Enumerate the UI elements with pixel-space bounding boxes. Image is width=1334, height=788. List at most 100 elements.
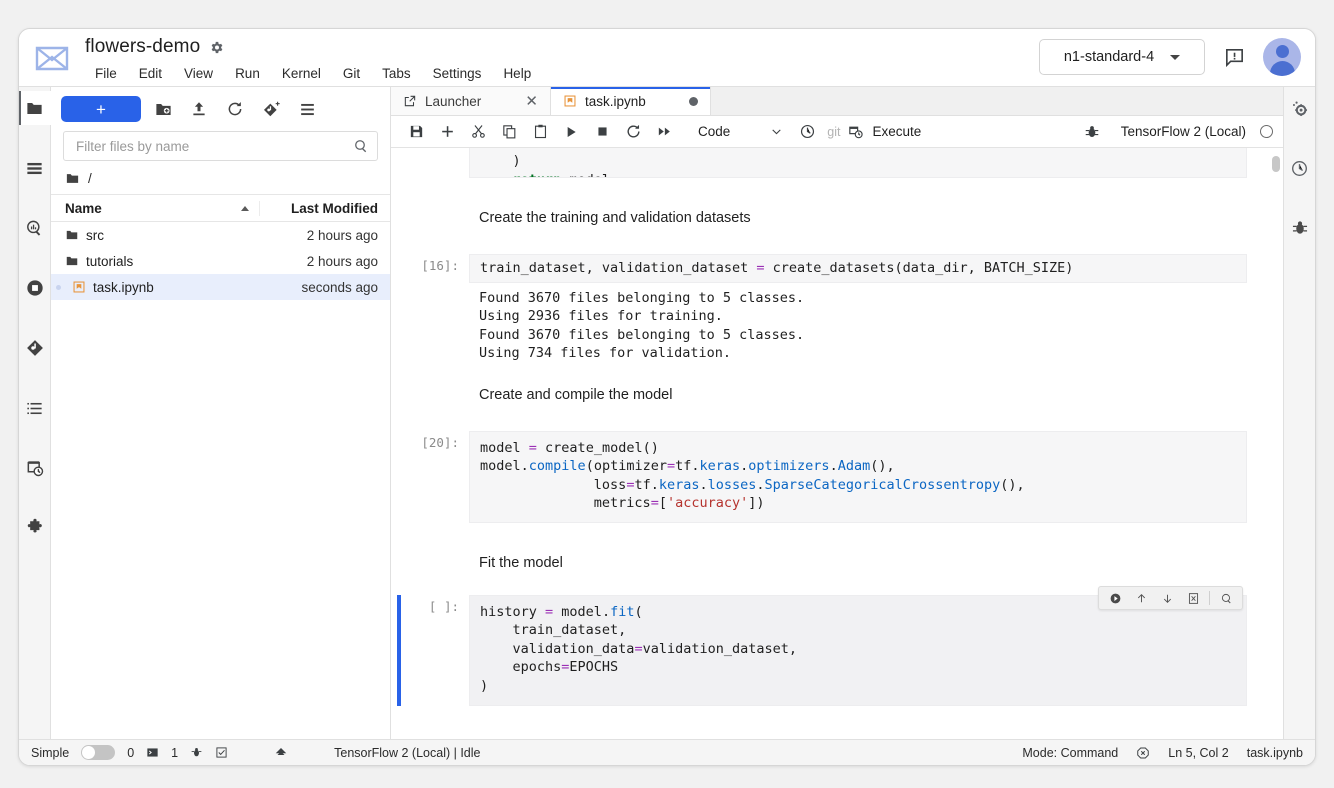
close-icon[interactable]: ✕: [525, 94, 538, 109]
sidebar-item-extensions[interactable]: [19, 511, 51, 545]
notebook-cell[interactable]: [ ]: history = model.fit( train_dataset,…: [391, 595, 1269, 707]
notebook-cell[interactable]: Fit the model: [391, 549, 1269, 577]
sidebar-item-file-browser[interactable]: [19, 91, 51, 125]
insert-cell-button[interactable]: [432, 119, 462, 145]
vertical-scrollbar[interactable]: [1269, 148, 1283, 739]
file-filter-box[interactable]: [63, 131, 378, 161]
git-add-icon: [262, 100, 281, 119]
folder-icon: [25, 99, 44, 118]
history-button[interactable]: [792, 119, 822, 145]
paste-icon: [532, 123, 549, 140]
cell-prompt: [391, 204, 469, 232]
new-launcher-button[interactable]: +: [61, 96, 141, 122]
cell-type-selector[interactable]: Code: [690, 120, 791, 144]
kernel-status-label[interactable]: TensorFlow 2 (Local) | Idle: [334, 746, 480, 760]
save-button[interactable]: [401, 119, 431, 145]
notebook-cell[interactable]: Create the training and validation datas…: [391, 204, 1269, 232]
toggle-file-filter-button[interactable]: [293, 96, 321, 122]
move-cell-down-button[interactable]: [1155, 587, 1179, 609]
debugger-toggle-button[interactable]: [1077, 119, 1107, 145]
stop-execution-icon[interactable]: [1136, 746, 1150, 760]
execute-button[interactable]: Execute: [847, 123, 921, 140]
notebook-cell[interactable]: ) return model: [391, 148, 1269, 178]
list-item[interactable]: tutorials 2 hours ago: [51, 248, 390, 274]
notebook-cell[interactable]: [16]: train_dataset, validation_dataset …: [391, 254, 1269, 363]
tab-launcher[interactable]: Launcher ✕: [391, 87, 551, 115]
sidebar-item-property-inspector[interactable]: [1284, 91, 1316, 125]
file-list-header: Name Last Modified: [51, 194, 390, 222]
new-folder-button[interactable]: [149, 96, 177, 122]
markdown-text[interactable]: Fit the model: [469, 549, 1247, 577]
sidebar-item-history[interactable]: [1284, 151, 1316, 185]
breadcrumb[interactable]: /: [51, 167, 390, 194]
git-branch-icon[interactable]: [274, 746, 288, 760]
delete-cell-icon: [1187, 592, 1200, 605]
notebook-cell[interactable]: [20]: model = create_model() model.compi…: [391, 431, 1269, 523]
cell-action-toolbar: [1098, 586, 1243, 610]
menu-item-edit[interactable]: Edit: [129, 63, 172, 84]
menu-item-git[interactable]: Git: [333, 63, 370, 84]
search-icon: [353, 138, 369, 154]
run-cell-icon: [1109, 592, 1122, 605]
code-editor[interactable]: ) return model: [469, 148, 1247, 178]
sidebar-item-debugger[interactable]: [1284, 211, 1316, 245]
refresh-button[interactable]: [221, 96, 249, 122]
sidebar-item-running[interactable]: [19, 151, 51, 185]
paste-button[interactable]: [525, 119, 555, 145]
code-editor[interactable]: train_dataset, validation_dataset = crea…: [469, 254, 1247, 283]
stop-button[interactable]: [587, 119, 617, 145]
sidebar-item-kernels[interactable]: [19, 271, 51, 305]
menu-item-file[interactable]: File: [85, 63, 127, 84]
gear-icon[interactable]: [209, 40, 224, 55]
restart-run-all-button[interactable]: [649, 119, 679, 145]
notebook-scroll-area[interactable]: ) return model Create the training and v…: [391, 148, 1283, 739]
sidebar-item-scheduler[interactable]: [19, 451, 51, 485]
markdown-text[interactable]: Create and compile the model: [469, 381, 1247, 409]
left-sidebar-rail: [19, 87, 51, 739]
menu-item-run[interactable]: Run: [225, 63, 270, 84]
search-input[interactable]: [74, 138, 353, 155]
upload-button[interactable]: [185, 96, 213, 122]
markdown-text[interactable]: Create the training and validation datas…: [469, 204, 1247, 232]
duplicate-cell-button[interactable]: [1214, 587, 1238, 609]
list-item[interactable]: src 2 hours ago: [51, 222, 390, 248]
scrollbar-thumb[interactable]: [1272, 156, 1280, 172]
tab-task-ipynb[interactable]: task.ipynb: [551, 87, 711, 115]
kernel-name-label[interactable]: TensorFlow 2 (Local): [1121, 124, 1246, 139]
running-dot-icon: [56, 285, 61, 290]
restart-kernel-button[interactable]: [618, 119, 648, 145]
column-header-name[interactable]: Name: [51, 201, 260, 216]
menu-item-kernel[interactable]: Kernel: [272, 63, 331, 84]
menu-item-settings[interactable]: Settings: [423, 63, 492, 84]
dirty-dot-icon[interactable]: [689, 97, 698, 106]
sidebar-item-git[interactable]: [19, 331, 51, 365]
git-clone-button[interactable]: [257, 96, 285, 122]
sidebar-item-search[interactable]: [19, 211, 51, 245]
code-editor[interactable]: history = model.fit( train_dataset, vali…: [469, 595, 1247, 707]
toggle-off-icon[interactable]: [81, 745, 115, 760]
terminal-icon[interactable]: [146, 746, 159, 759]
calendar-clock-icon: [25, 458, 45, 478]
move-cell-up-button[interactable]: [1129, 587, 1153, 609]
feedback-button[interactable]: [1219, 42, 1249, 72]
column-header-modified[interactable]: Last Modified: [260, 201, 390, 216]
avatar[interactable]: [1263, 38, 1301, 76]
code-editor[interactable]: model = create_model() model.compile(opt…: [469, 431, 1247, 523]
sidebar-item-toc[interactable]: [19, 391, 51, 425]
menu-item-tabs[interactable]: Tabs: [372, 63, 421, 84]
checkbox-icon[interactable]: [215, 746, 228, 759]
git-indicator[interactable]: git: [823, 125, 844, 139]
list-item[interactable]: task.ipynb seconds ago: [51, 274, 390, 300]
kernel-icon[interactable]: [190, 746, 203, 759]
notebook-cell[interactable]: Create and compile the model: [391, 381, 1269, 409]
run-button[interactable]: [556, 119, 586, 145]
delete-cell-button[interactable]: [1181, 587, 1205, 609]
cut-button[interactable]: [463, 119, 493, 145]
machine-type-selector[interactable]: n1-standard-4: [1039, 39, 1205, 75]
notebook-icon: [563, 94, 577, 108]
run-cell-button[interactable]: [1103, 587, 1127, 609]
menu-item-help[interactable]: Help: [493, 63, 541, 84]
copy-button[interactable]: [494, 119, 524, 145]
menu-item-view[interactable]: View: [174, 63, 223, 84]
cell-type-label: Code: [698, 124, 730, 139]
